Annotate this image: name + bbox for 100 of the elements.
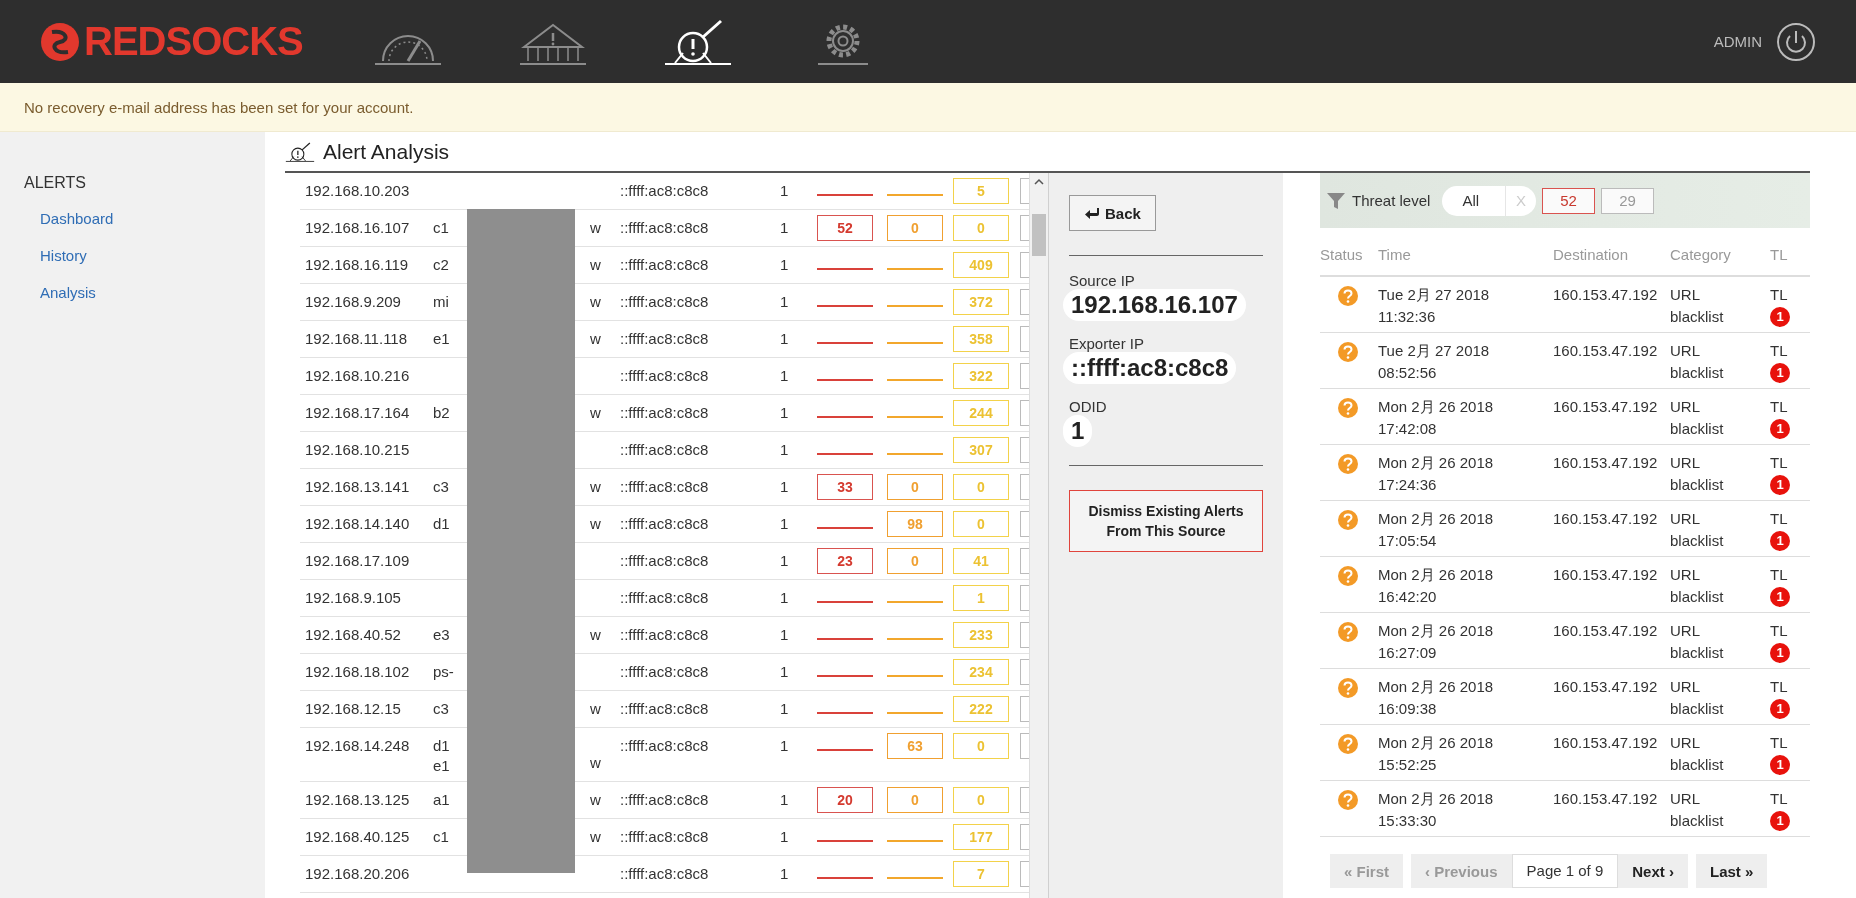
field-label: Exporter IP <box>1069 335 1145 352</box>
ip-cell-text: 192.168.20.206 <box>305 864 411 884</box>
host-cell-text: d1 <box>433 514 451 534</box>
host-cell-text: w <box>589 514 602 534</box>
threat-count-box[interactable]: 29 <box>1601 187 1655 214</box>
count-box: 0 <box>953 787 1009 813</box>
question-icon <box>1338 678 1358 698</box>
dash-line <box>817 877 873 879</box>
exporter-cell-text: ::ffff:ac8:c8c8 <box>620 514 710 534</box>
ip-cell-text: 192.168.13.125 <box>305 790 411 810</box>
host-cell-text: e1 <box>433 329 451 349</box>
filter-label: Threat level <box>1352 192 1431 209</box>
host-cell-text: b2 <box>433 403 451 423</box>
user-name: ADMIN <box>1713 33 1762 50</box>
exporter-cell-text: ::ffff:ac8:c8c8 <box>620 662 710 682</box>
count-box: 52 <box>817 215 873 241</box>
exporter-cell-text: ::ffff:ac8:c8c8 <box>620 366 710 386</box>
count-box: 1 <box>953 585 1009 611</box>
page-title: Alert Analysis <box>323 139 450 164</box>
dash-line <box>817 453 873 455</box>
dash-line <box>817 840 873 842</box>
count-box: 177 <box>953 824 1009 850</box>
category-cell-text: URL blacklist <box>1670 789 1725 831</box>
back-button[interactable]: Back <box>1069 195 1156 231</box>
logo-icon <box>40 21 80 62</box>
host-cell-text: w <box>589 699 602 719</box>
dash-line <box>887 601 943 603</box>
host-cell-text: mi <box>433 292 450 312</box>
exporter-cell-text: ::ffff:ac8:c8c8 <box>620 827 710 847</box>
count-box: 0 <box>953 474 1009 500</box>
scrollbar[interactable] <box>1029 173 1048 898</box>
destination-cell: 160.153.47.192 <box>1553 286 1658 303</box>
tl-label: TL <box>1770 677 1788 697</box>
ip-cell-text: 192.168.11.118 <box>305 329 409 349</box>
dash-line <box>817 601 873 603</box>
ip-cell-text: 192.168.12.15 <box>305 699 402 719</box>
count-box: 0 <box>887 474 943 500</box>
ip-cell-text: 192.168.10.216 <box>305 366 411 386</box>
odid-cell-text: 1 <box>780 790 790 810</box>
odid-cell-text: 1 <box>780 403 790 423</box>
host-cell-text: w <box>589 625 602 645</box>
alert-magnifier-icon <box>285 140 315 163</box>
time-cell-text: Mon 2月 26 2018 16:42:20 <box>1378 565 1495 607</box>
count-box: 0 <box>887 215 943 241</box>
odid-cell-text: 1 <box>780 588 790 608</box>
count-box: 0 <box>887 787 943 813</box>
field-value: 1 <box>1063 415 1093 447</box>
question-icon <box>1338 622 1358 642</box>
dash-line <box>887 840 943 842</box>
question-icon <box>1338 566 1358 586</box>
odid-cell-text: 1 <box>780 292 790 312</box>
count-box: 20 <box>817 787 873 813</box>
caret-up-icon[interactable] <box>1034 178 1044 186</box>
destination-cell: 160.153.47.192 <box>1553 510 1658 527</box>
host-cell-text: w <box>589 790 602 810</box>
count-box: 358 <box>953 326 1009 352</box>
pager-button[interactable]: Next › <box>1618 854 1688 888</box>
odid-cell-text: 1 <box>780 255 790 275</box>
pager-button[interactable]: Last » <box>1695 854 1768 888</box>
destination-cell: 160.153.47.192 <box>1553 454 1658 471</box>
count-box: 98 <box>887 511 943 537</box>
threat-level-badge: 1 <box>1770 531 1790 551</box>
host-cell-text: w <box>589 827 602 847</box>
ip-cell-text: 192.168.40.52 <box>305 625 402 645</box>
filter-icon <box>1326 190 1346 211</box>
count-box: 23 <box>817 548 873 574</box>
sidebar-link[interactable]: Analysis <box>24 284 96 301</box>
dash-line <box>817 342 873 344</box>
count-box: 0 <box>953 733 1009 759</box>
dash-line <box>817 379 873 381</box>
power-icon[interactable] <box>1776 21 1816 62</box>
exporter-cell-text: ::ffff:ac8:c8c8 <box>620 292 710 312</box>
ip-cell-text: 192.168.9.209 <box>305 292 402 312</box>
host-cell-text: ps- <box>433 662 455 682</box>
threat-level-badge: 1 <box>1770 643 1790 663</box>
dash-line <box>817 712 873 714</box>
sidebar-link[interactable]: History <box>24 247 87 264</box>
dash-line <box>817 749 873 751</box>
count-box: 0 <box>953 511 1009 537</box>
ip-cell-text: 192.168.9.105 <box>305 588 402 608</box>
host-cell-text: d1 e1 <box>433 736 451 776</box>
odid-cell-text: 1 <box>780 218 790 238</box>
host-cell-text: w <box>589 218 602 238</box>
scrollbar-thumb[interactable] <box>1032 214 1046 256</box>
threat-level-badge: 1 <box>1770 755 1790 775</box>
exporter-cell-text: ::ffff:ac8:c8c8 <box>620 403 710 423</box>
sidebar-link[interactable]: Dashboard <box>24 210 114 227</box>
host-cell-text: w <box>589 753 602 773</box>
count-box: 41 <box>953 548 1009 574</box>
threat-count-box[interactable]: 52 <box>1542 187 1596 214</box>
dash-line <box>817 194 873 196</box>
dismiss-button[interactable]: Dismiss Existing Alerts From This Source <box>1069 490 1263 552</box>
odid-cell-text: 1 <box>780 514 790 534</box>
category-cell-text: URL blacklist <box>1670 733 1725 775</box>
odid-cell-text: 1 <box>780 662 790 682</box>
ip-cell-text: 192.168.18.102 <box>305 662 411 682</box>
exporter-cell-text: ::ffff:ac8:c8c8 <box>620 440 710 460</box>
category-cell-text: URL blacklist <box>1670 677 1725 719</box>
tl-label: TL <box>1770 565 1788 585</box>
host-cell-text: c3 <box>433 699 450 719</box>
